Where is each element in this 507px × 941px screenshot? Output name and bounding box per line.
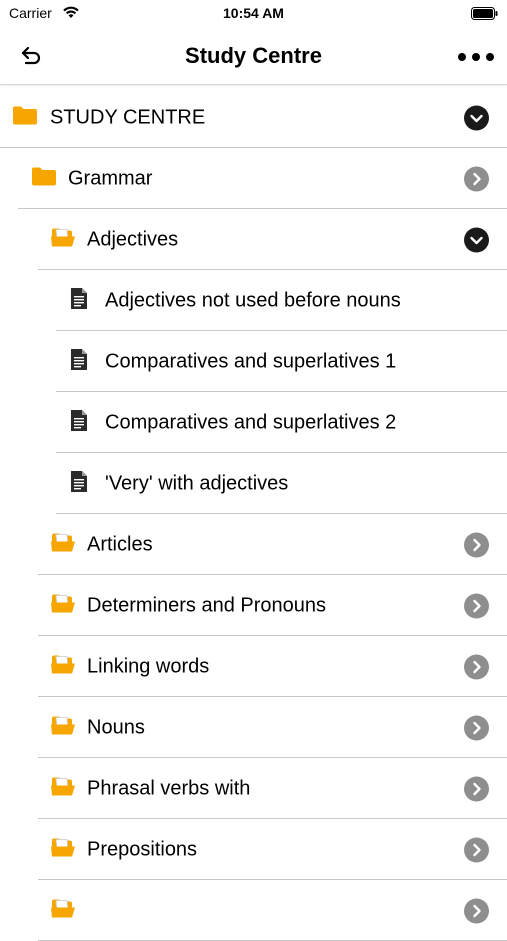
tree-row[interactable]: Linking words <box>0 636 507 697</box>
chevron-right-icon[interactable] <box>464 593 489 618</box>
tree-row[interactable]: Prepositions <box>0 819 507 880</box>
open-folder-icon <box>50 714 76 741</box>
document-icon <box>70 348 88 376</box>
tree-item-label: Linking words <box>87 655 210 677</box>
tree-row[interactable]: Grammar <box>0 148 507 209</box>
tree-item-label: Comparatives and superlatives 2 <box>105 411 397 433</box>
open-folder-icon <box>50 653 76 680</box>
tree-row[interactable]: Determiners and Pronouns <box>0 575 507 636</box>
chevron-right-icon[interactable] <box>464 715 489 740</box>
tree-row[interactable]: Adjectives not used before nouns <box>0 270 507 331</box>
page-title: Study Centre <box>185 43 322 68</box>
status-bar: Carrier 10:54 AM <box>0 0 507 28</box>
tree-row[interactable]: Nouns <box>0 697 507 758</box>
tree-item-label: Comparatives and superlatives 1 <box>105 350 397 372</box>
tree-item-label: Determiners and Pronouns <box>87 594 327 616</box>
tree-item-label: Phrasal verbs with <box>87 777 251 799</box>
chevron-down-icon[interactable] <box>464 227 489 252</box>
chevron-right-icon[interactable] <box>464 837 489 862</box>
chevron-right-icon[interactable] <box>464 898 489 923</box>
tree-item-label: STUDY CENTRE <box>50 106 206 128</box>
open-folder-icon <box>50 836 76 863</box>
chevron-right-icon[interactable] <box>464 654 489 679</box>
tree-row[interactable]: STUDY CENTRE <box>0 87 507 148</box>
open-folder-icon <box>50 226 76 253</box>
more-options-icon[interactable] <box>458 53 494 61</box>
tree-item-label: Nouns <box>87 716 145 738</box>
chevron-right-icon[interactable] <box>464 776 489 801</box>
chevron-right-icon[interactable] <box>464 166 489 191</box>
open-folder-icon <box>50 897 76 924</box>
open-folder-icon <box>50 531 76 558</box>
battery-icon <box>471 7 498 20</box>
tree-item-label: Articles <box>87 533 153 555</box>
document-icon <box>70 409 88 437</box>
chevron-down-icon[interactable] <box>464 105 489 130</box>
folder-icon <box>12 105 38 130</box>
chevron-right-icon[interactable] <box>464 532 489 557</box>
tree-item-label: Grammar <box>68 167 153 189</box>
tree-item-label: Adjectives <box>87 228 179 250</box>
tree-row[interactable]: Phrasal verbs with <box>0 758 507 819</box>
tree-item-label: Prepositions <box>87 838 198 860</box>
tree-row[interactable]: Adjectives <box>0 209 507 270</box>
clock: 10:54 AM <box>223 5 284 21</box>
folder-icon <box>31 166 57 191</box>
tree-item-label: 'Very' with adjectives <box>105 472 289 494</box>
open-folder-icon <box>50 592 76 619</box>
navigation-bar: Study Centre <box>0 28 507 85</box>
document-icon <box>70 287 88 315</box>
tree-row[interactable] <box>0 880 507 941</box>
tree-item-label: Adjectives not used before nouns <box>105 289 401 311</box>
tree-row[interactable]: 'Very' with adjectives <box>0 453 507 514</box>
tree-row[interactable]: Comparatives and superlatives 2 <box>0 392 507 453</box>
tree-row[interactable]: Articles <box>0 514 507 575</box>
tree-row[interactable]: Comparatives and superlatives 1 <box>0 331 507 392</box>
document-icon <box>70 470 88 498</box>
open-folder-icon <box>50 775 76 802</box>
